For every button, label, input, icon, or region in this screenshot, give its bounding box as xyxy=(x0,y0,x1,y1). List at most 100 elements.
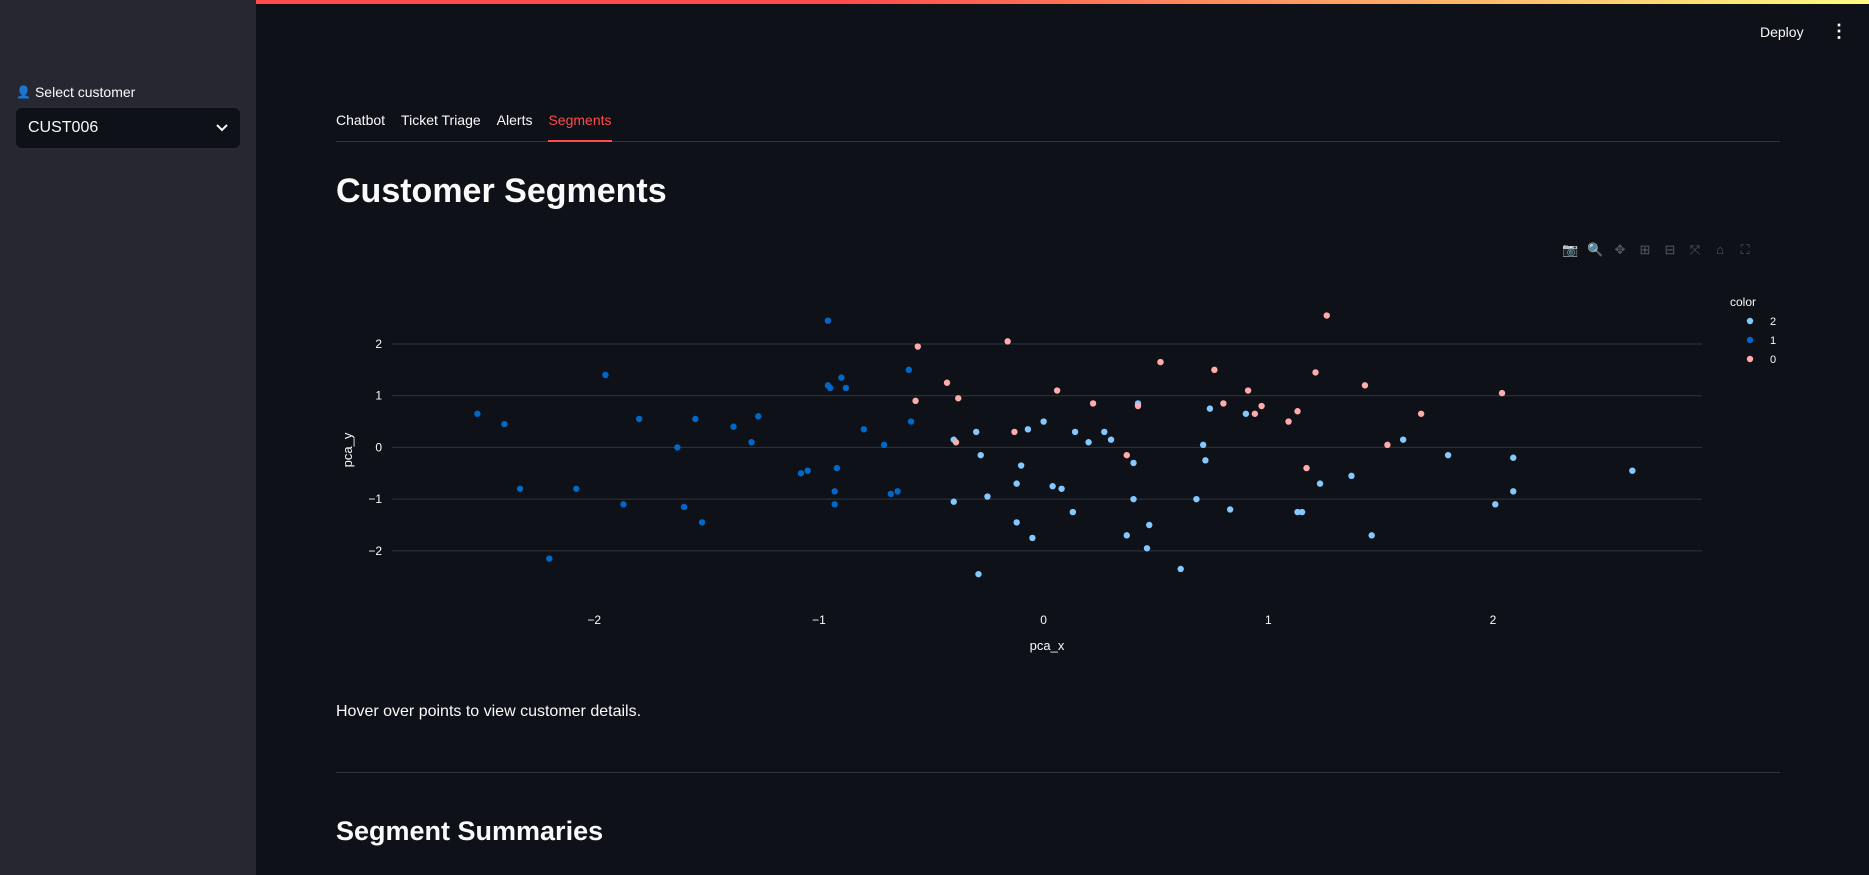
data-point-series-1 xyxy=(894,488,901,495)
data-point-series-1 xyxy=(755,413,762,420)
data-point-series-0 xyxy=(1157,358,1164,366)
data-point-series-1 xyxy=(602,371,609,379)
data-point-series-1 xyxy=(748,439,755,446)
autoscale-icon[interactable]: ⤧ xyxy=(1687,242,1703,258)
data-point-series-1 xyxy=(907,418,915,425)
data-point-series-2 xyxy=(1298,508,1306,516)
data-point-series-0 xyxy=(914,343,921,350)
top-accent-bar xyxy=(0,0,1869,4)
legend-label-2: 2 xyxy=(1770,316,1776,328)
data-point-series-0 xyxy=(1384,441,1391,449)
legend-title: color xyxy=(1730,295,1756,309)
data-point-series-1 xyxy=(831,488,838,495)
data-point-series-1 xyxy=(546,555,553,562)
x-tick-label: 0 xyxy=(1040,613,1047,627)
legend-marker-1 xyxy=(1746,336,1754,344)
tab-segments[interactable]: Segments xyxy=(548,108,612,142)
data-point-series-0 xyxy=(1417,410,1425,417)
data-point-series-2 xyxy=(1130,459,1137,467)
data-point-series-0 xyxy=(943,379,951,386)
data-point-series-0 xyxy=(1244,387,1252,394)
data-point-series-2 xyxy=(975,570,982,578)
zoom-icon[interactable]: 🔍 xyxy=(1587,242,1603,258)
data-point-series-2 xyxy=(1510,454,1517,461)
y-tick-label: 0 xyxy=(375,440,382,454)
data-point-series-0 xyxy=(1323,312,1330,319)
fullscreen-icon[interactable]: ⛶ xyxy=(1737,242,1753,258)
data-point-series-1 xyxy=(797,470,805,477)
y-tick-label: 2 xyxy=(375,337,382,351)
tab-chatbot[interactable]: Chatbot xyxy=(336,108,385,136)
x-axis-label: pca_x xyxy=(1030,638,1065,653)
data-point-series-2 xyxy=(1143,545,1151,552)
zoom-in-icon[interactable]: ⊞ xyxy=(1637,242,1653,258)
data-point-series-0 xyxy=(1285,418,1292,425)
data-point-series-2 xyxy=(1226,506,1234,513)
y-tick-label: −1 xyxy=(368,492,382,506)
data-point-series-0 xyxy=(1123,451,1130,459)
data-point-series-2 xyxy=(984,493,991,500)
data-point-series-2 xyxy=(1107,436,1115,443)
data-point-series-1 xyxy=(730,423,737,430)
data-point-series-0 xyxy=(1251,410,1259,417)
data-point-series-0 xyxy=(1211,366,1218,374)
data-point-series-2 xyxy=(1058,485,1065,492)
deploy-button[interactable]: Deploy xyxy=(1760,24,1804,40)
data-point-series-2 xyxy=(1510,488,1517,495)
tab-bar: Chatbot Ticket Triage Alerts Segments xyxy=(336,108,1780,142)
y-tick-label: 1 xyxy=(375,389,382,403)
data-point-series-2 xyxy=(1130,495,1137,503)
data-point-series-0 xyxy=(1258,402,1265,410)
camera-icon[interactable]: 📷 xyxy=(1562,242,1578,258)
chevron-down-icon xyxy=(216,121,228,135)
select-label-text: Select customer xyxy=(34,84,136,100)
data-point-series-0 xyxy=(1498,389,1506,397)
data-point-series-0 xyxy=(1089,400,1097,407)
data-point-series-2 xyxy=(1040,418,1047,425)
data-point-series-2 xyxy=(1492,501,1499,508)
data-point-series-0 xyxy=(952,439,960,446)
data-point-series-1 xyxy=(680,503,688,511)
sidebar: 👤 Select customer CUST006 xyxy=(0,0,256,875)
home-icon[interactable]: ⌂ xyxy=(1712,242,1728,258)
pan-icon[interactable]: ✥ xyxy=(1612,242,1628,258)
data-point-series-2 xyxy=(1368,532,1375,539)
data-point-series-0 xyxy=(1134,402,1142,410)
tab-ticket-triage[interactable]: Ticket Triage xyxy=(401,108,481,136)
data-point-series-2 xyxy=(1177,565,1184,573)
data-point-series-2 xyxy=(1013,480,1020,487)
kebab-menu-icon[interactable]: ⋮ xyxy=(1830,22,1848,40)
zoom-out-icon[interactable]: ⊟ xyxy=(1662,242,1678,258)
data-point-series-1 xyxy=(635,415,643,423)
data-point-series-2 xyxy=(1199,441,1207,449)
y-axis-label: pca_y xyxy=(340,432,355,467)
data-point-series-2 xyxy=(1629,467,1636,474)
x-tick-label: −1 xyxy=(812,613,826,627)
scatter-chart[interactable]: −2 −1 0 1 2 −2 −1 0 1 2 pca_x pca_y color 2 1 0 xyxy=(336,290,1836,680)
data-point-series-2 xyxy=(950,498,957,505)
data-point-series-1 xyxy=(833,464,841,472)
data-point-series-1 xyxy=(804,467,811,474)
data-point-series-2 xyxy=(1085,439,1092,446)
data-point-series-1 xyxy=(474,410,481,417)
data-point-series-2 xyxy=(1146,521,1153,529)
data-point-series-2 xyxy=(1399,436,1407,443)
data-point-series-1 xyxy=(838,374,845,381)
data-point-series-0 xyxy=(1303,464,1310,472)
data-point-series-0 xyxy=(1004,338,1011,345)
person-icon: 👤 xyxy=(16,85,31,99)
data-point-series-1 xyxy=(620,501,627,508)
section-divider xyxy=(336,772,1780,773)
x-tick-label: −2 xyxy=(587,613,601,627)
customer-select[interactable]: CUST006 xyxy=(16,108,240,148)
data-point-series-1 xyxy=(674,444,681,451)
x-tick-label: 1 xyxy=(1265,613,1272,627)
data-point-series-0 xyxy=(1312,369,1319,376)
data-point-series-2 xyxy=(1049,483,1056,490)
data-point-series-1 xyxy=(501,420,508,428)
tab-alerts[interactable]: Alerts xyxy=(497,108,533,136)
data-point-series-1 xyxy=(698,519,706,526)
data-point-series-1 xyxy=(824,317,832,324)
data-point-series-2 xyxy=(1101,428,1108,436)
data-point-series-2 xyxy=(1202,457,1209,464)
